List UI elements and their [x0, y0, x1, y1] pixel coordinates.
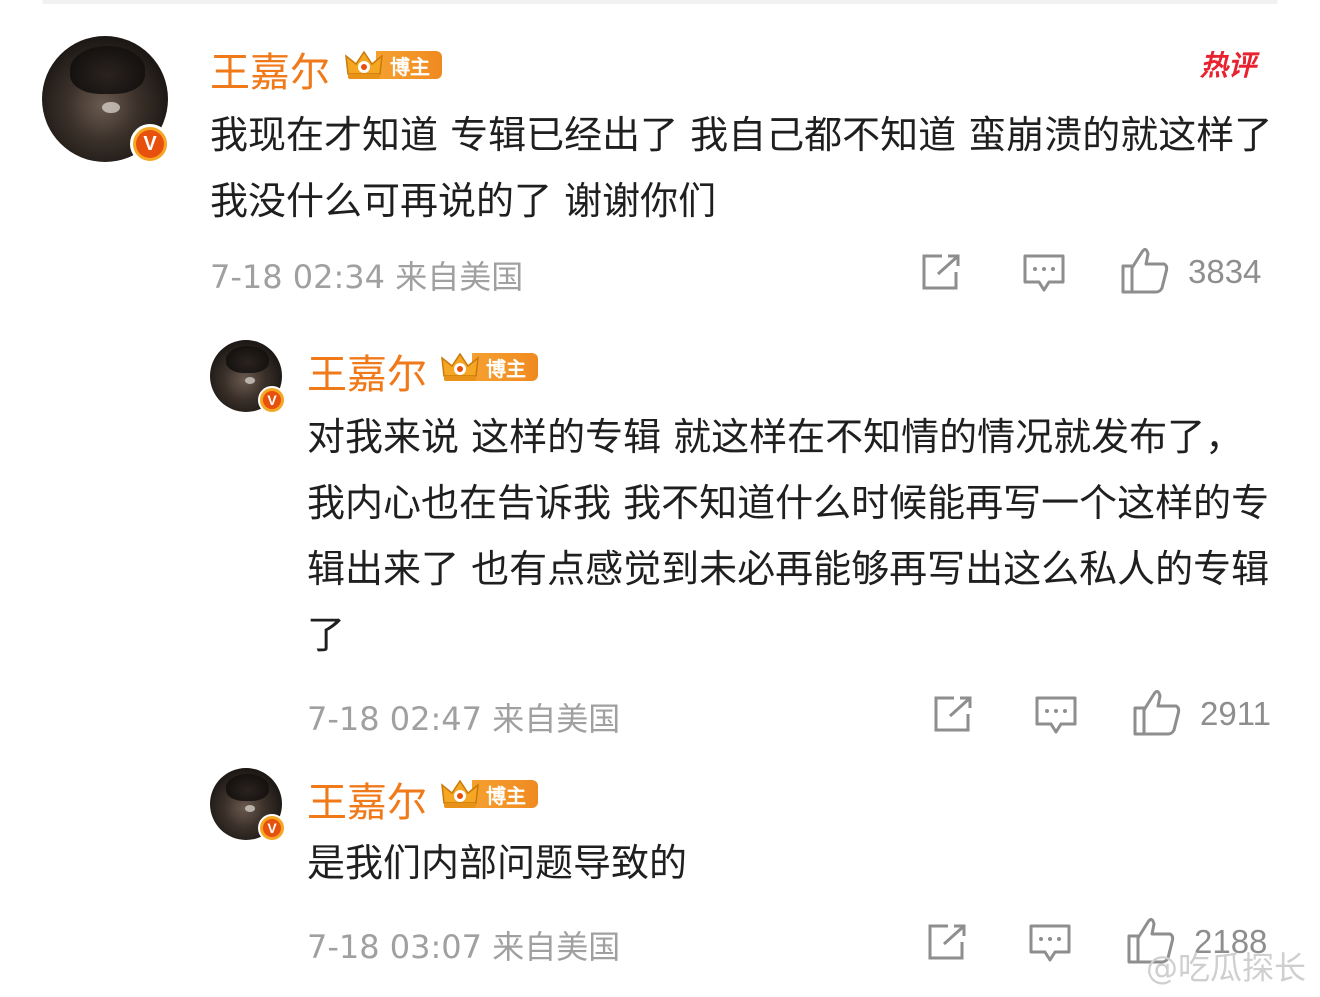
- avatar[interactable]: V: [42, 36, 170, 164]
- comment-text: 我现在才知道 专辑已经出了 我自己都不知道 蛮崩溃的就这样了 我没什么可再说的了…: [210, 113, 1273, 223]
- verified-v-icon: V: [258, 814, 286, 842]
- comment-text: 对我来说 这样的专辑 就这样在不知情的情况就发布了， 我内心也在告诉我 我不知道…: [307, 415, 1270, 657]
- share-icon[interactable]: [920, 252, 964, 292]
- badge-label: 博主: [376, 51, 442, 79]
- comment-meta: 7-18 02:47 来自美国: [307, 700, 621, 738]
- comment-icon[interactable]: [1022, 252, 1066, 294]
- username[interactable]: 王嘉尔: [307, 342, 427, 400]
- comment-icon[interactable]: [1034, 694, 1078, 736]
- username[interactable]: 王嘉尔: [210, 40, 330, 98]
- blogger-badge: 博主: [440, 350, 538, 384]
- blogger-badge: 博主: [344, 48, 442, 82]
- like-count: 2911: [1200, 695, 1271, 732]
- avatar[interactable]: V: [210, 768, 286, 842]
- share-icon[interactable]: [926, 922, 970, 962]
- comment-icon[interactable]: [1028, 922, 1072, 964]
- badge-label: 博主: [472, 353, 538, 381]
- blogger-badge: 博主: [440, 777, 538, 811]
- thumbs-up-icon[interactable]: [1120, 246, 1170, 294]
- crown-icon: [441, 779, 479, 808]
- comment-meta: 7-18 03:07 来自美国: [307, 928, 621, 966]
- thumbs-up-icon[interactable]: [1132, 688, 1182, 736]
- share-icon[interactable]: [932, 694, 976, 734]
- comment-meta: 7-18 02:34 来自美国: [210, 258, 524, 296]
- comment-text: 是我们内部问题导致的: [307, 841, 688, 885]
- hot-comment-label: 热评: [1200, 49, 1257, 82]
- top-divider: [42, 0, 1278, 4]
- crown-icon: [345, 50, 383, 79]
- verified-v-icon: V: [258, 386, 286, 414]
- like-count: 3834: [1188, 253, 1262, 290]
- watermark: @吃瓜探长: [1145, 949, 1306, 987]
- crown-icon: [441, 352, 479, 381]
- avatar[interactable]: V: [210, 340, 286, 414]
- verified-v-icon: V: [130, 124, 170, 164]
- username[interactable]: 王嘉尔: [307, 770, 427, 828]
- badge-label: 博主: [472, 780, 538, 808]
